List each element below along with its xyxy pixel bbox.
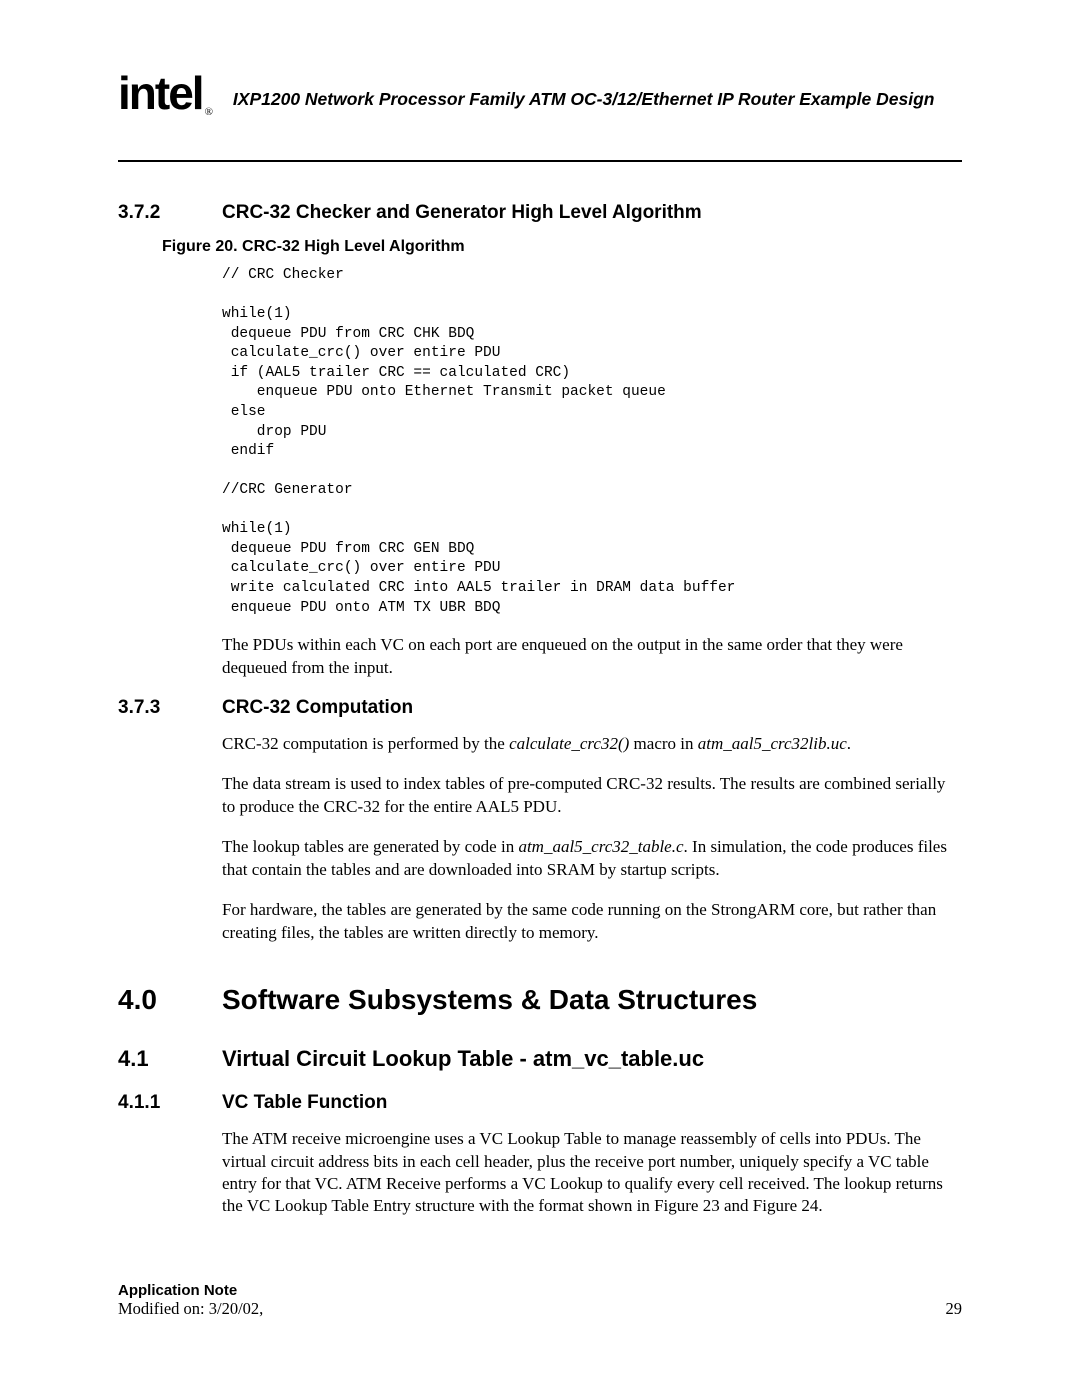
paragraph: The PDUs within each VC on each port are… bbox=[222, 634, 962, 679]
paragraph: CRC-32 computation is performed by the c… bbox=[222, 733, 962, 755]
section-4-1-1-heading: 4.1.1 VC Table Function bbox=[118, 1092, 962, 1114]
section-number: 4.0 bbox=[118, 984, 222, 1016]
section-number: 3.7.2 bbox=[118, 202, 222, 224]
section-title: CRC-32 Computation bbox=[222, 697, 413, 719]
logo-wrap: intel ® bbox=[118, 70, 227, 116]
page-footer: Application Note Modified on: 3/20/02, 2… bbox=[118, 1282, 962, 1319]
section-4-1-heading: 4.1 Virtual Circuit Lookup Table - atm_v… bbox=[118, 1046, 962, 1072]
section-4-0-heading: 4.0 Software Subsystems & Data Structure… bbox=[118, 984, 962, 1016]
crc32-algorithm-code: // CRC Checker while(1) dequeue PDU from… bbox=[222, 266, 962, 618]
paragraph: The lookup tables are generated by code … bbox=[222, 836, 962, 881]
paragraph: The data stream is used to index tables … bbox=[222, 773, 962, 818]
section-number: 3.7.3 bbox=[118, 697, 222, 719]
section-number: 4.1.1 bbox=[118, 1092, 222, 1114]
section-title: Virtual Circuit Lookup Table - atm_vc_ta… bbox=[222, 1046, 704, 1072]
text: CRC-32 computation is performed by the bbox=[222, 734, 509, 753]
italic-text: atm_aal5_crc32lib.uc bbox=[698, 734, 847, 753]
footer-left: Application Note Modified on: 3/20/02, bbox=[118, 1282, 263, 1319]
modified-date: Modified on: 3/20/02, bbox=[118, 1299, 263, 1319]
page: intel ® IXP1200 Network Processor Family… bbox=[0, 0, 1080, 1397]
paragraph: The ATM receive microengine uses a VC Lo… bbox=[222, 1128, 962, 1218]
italic-text: calculate_crc32() bbox=[509, 734, 629, 753]
text: The lookup tables are generated by code … bbox=[222, 837, 518, 856]
application-note-label: Application Note bbox=[118, 1282, 263, 1299]
registered-mark: ® bbox=[205, 106, 213, 118]
section-title: Software Subsystems & Data Structures bbox=[222, 984, 757, 1016]
text: macro in bbox=[629, 734, 697, 753]
header-rule bbox=[118, 160, 962, 162]
section-3-7-3-heading: 3.7.3 CRC-32 Computation bbox=[118, 697, 962, 719]
intel-logo: intel bbox=[118, 70, 203, 116]
section-3-7-2-heading: 3.7.2 CRC-32 Checker and Generator High … bbox=[118, 202, 962, 224]
paragraph: For hardware, the tables are generated b… bbox=[222, 899, 962, 944]
text: . bbox=[847, 734, 851, 753]
italic-text: atm_aal5_crc32_table.c bbox=[518, 837, 683, 856]
document-title: IXP1200 Network Processor Family ATM OC-… bbox=[233, 89, 935, 110]
section-number: 4.1 bbox=[118, 1046, 222, 1072]
page-number: 29 bbox=[946, 1299, 963, 1319]
section-title: VC Table Function bbox=[222, 1092, 387, 1114]
page-header: intel ® IXP1200 Network Processor Family… bbox=[118, 70, 962, 116]
figure-20-caption: Figure 20. CRC-32 High Level Algorithm bbox=[162, 238, 962, 256]
section-title: CRC-32 Checker and Generator High Level … bbox=[222, 202, 702, 224]
